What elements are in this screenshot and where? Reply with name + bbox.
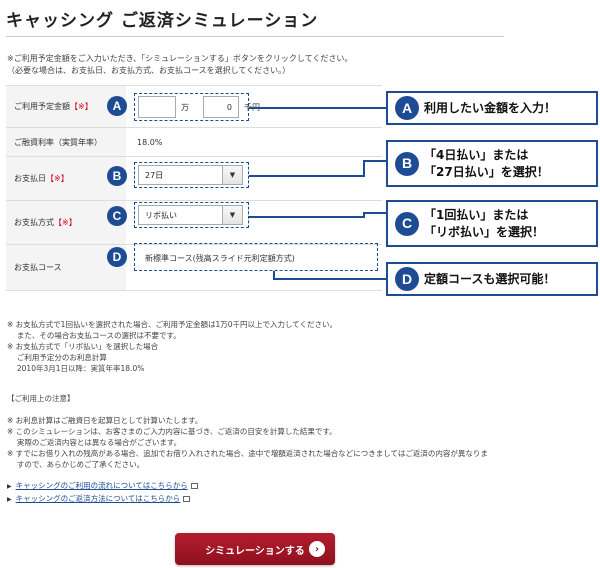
external-window-icon	[190, 483, 198, 489]
repayment-method-link-text: キャッシングのご返済方法についてはこちらから	[15, 494, 181, 503]
callout-d-text: 定額コースも選択可能！	[424, 271, 556, 286]
connector-b-h1	[249, 175, 364, 177]
badge-c: C	[107, 206, 127, 226]
callout-badge-c: C	[395, 211, 419, 236]
callout-badge-a: A	[395, 96, 419, 120]
triangle-right-icon: ▶	[7, 496, 12, 503]
triangle-right-icon: ▶	[7, 483, 12, 490]
badge-b: B	[107, 166, 127, 186]
badge-a: A	[107, 96, 127, 116]
amount-sen-input[interactable]: 0	[203, 96, 239, 118]
callout-c-text: 「1回払い」または 「リボ払い」を選択！	[424, 207, 545, 239]
payment-course-value: 新標準コース(残高スライド元利定額方式)	[145, 254, 295, 263]
required-mark: 【※】	[70, 102, 93, 111]
arrow-right-icon: ›	[309, 541, 325, 557]
payment-date-label: お支払日	[14, 174, 46, 183]
external-window-icon	[183, 496, 191, 502]
connector-c-h2	[363, 212, 386, 214]
connector-a	[249, 107, 386, 109]
title-divider	[6, 36, 504, 37]
badge-d: D	[107, 247, 127, 267]
callout-badge-b: B	[395, 151, 419, 176]
callout-a-text: 利用したい金額を入力！	[424, 100, 557, 115]
payment-method-value: リボ払い	[145, 210, 177, 220]
usage-notes-heading: 【ご利用上の注意】	[7, 394, 75, 403]
payment-date-select[interactable]: 27日 ▼	[138, 165, 243, 185]
payment-method-select[interactable]: リボ払い ▼	[138, 205, 243, 225]
callout-c: C 「1回払い」または 「リボ払い」を選択！	[386, 200, 598, 247]
simulate-button[interactable]: シミュレーションする ›	[175, 533, 335, 565]
usage-flow-link-text: キャッシングのご利用の流れについてはこちらから	[15, 481, 188, 490]
chevron-down-icon[interactable]: ▼	[222, 206, 242, 224]
payment-method-label-cell: お支払方式 【※】	[6, 201, 126, 244]
page-title: キャッシング ご返済シミュレーション	[6, 11, 319, 31]
repayment-method-link[interactable]: ▶ キャッシングのご返済方法についてはこちらから	[7, 493, 198, 506]
callout-b-text: 「4日払い」または 「27日払い」を選択！	[424, 147, 549, 179]
callout-a: A 利用したい金額を入力！	[386, 91, 598, 125]
rate-value: 18.0%	[137, 138, 163, 147]
connector-d-h	[273, 278, 386, 280]
payment-notes: ※ お支払方式で1回払いを選択された場合、ご利用予定金額は1万0千円以上で入力し…	[7, 320, 338, 373]
rate-label: ご融資利率（実質年率）	[6, 128, 126, 156]
required-mark: 【※】	[54, 218, 77, 227]
man-unit: 万	[181, 103, 189, 112]
rate-row: ご融資利率（実質年率）	[6, 128, 382, 157]
help-links: ▶ キャッシングのご利用の流れについてはこちらから ▶ キャッシングのご返済方法につ…	[7, 480, 198, 506]
payment-date-value: 27日	[145, 170, 164, 180]
callout-d: D 定額コースも選択可能！	[386, 262, 598, 296]
callout-badge-d: D	[395, 267, 419, 291]
intro-text: ※ご利用予定金額をご入力いただき、「シミュレーションする」ボタンをクリックしてく…	[7, 54, 353, 75]
simulate-button-label: シミュレーションする	[205, 545, 305, 557]
required-mark: 【※】	[46, 174, 69, 183]
connector-b-v	[363, 160, 365, 177]
usage-flow-link[interactable]: ▶ キャッシングのご利用の流れについてはこちらから	[7, 480, 198, 493]
amount-man-input[interactable]	[138, 96, 176, 118]
chevron-down-icon[interactable]: ▼	[222, 166, 242, 184]
connector-b-h2	[363, 160, 386, 162]
payment-method-label: お支払方式	[14, 218, 54, 227]
connector-c-h1	[249, 216, 364, 218]
amount-label: ご利用予定金額	[14, 102, 70, 111]
usage-notes: ※ お利息計算はご融資日を起算日として計算いたします。 ※ このシミュレーション…	[7, 416, 488, 469]
callout-b: B 「4日払い」または 「27日払い」を選択！	[386, 140, 598, 187]
